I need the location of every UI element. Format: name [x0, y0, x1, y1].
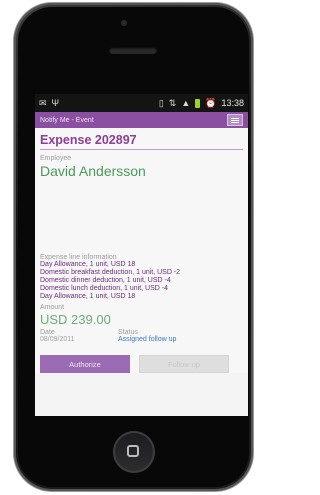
earpiece-speaker: [109, 47, 157, 54]
signal-icon: ▲: [181, 98, 191, 108]
usb-icon: Ψ: [51, 98, 60, 108]
alarm-icon: ⏰: [205, 97, 217, 108]
home-button[interactable]: [113, 431, 155, 473]
list-item: Day Allowance, 1 unit, USD 18: [40, 261, 136, 268]
amount-label: Amount: [40, 304, 65, 311]
status-value[interactable]: Assigned follow up: [118, 336, 176, 343]
app-title: Notify Me - Event: [40, 116, 94, 124]
authorize-button[interactable]: Authorize: [40, 355, 130, 373]
battery-icon: [195, 98, 201, 108]
date-label: Date: [40, 329, 55, 336]
app-bar: Notify Me - Event: [35, 112, 248, 128]
date-status-row: Date 08/09/2011 Status Assigned follow u…: [40, 329, 243, 343]
lines-label: Expense line information: [40, 254, 117, 261]
phone-screen: ✉ Ψ ▯ ⇅ ▲ ⏰ 13:38 Notify Me - Event Expe…: [35, 94, 248, 416]
follow-up-button[interactable]: Follow up: [139, 355, 229, 373]
list-item: Domestic breakfast deduction, 1 unit, US…: [40, 269, 181, 276]
employee-label: Employee: [40, 155, 72, 162]
date-value: 08/09/2011: [40, 336, 75, 343]
employee-name: David Andersson: [40, 163, 146, 179]
amount-value: USD 239.00: [40, 312, 111, 327]
status-time: 13:38: [221, 98, 244, 108]
status-bar: ✉ Ψ ▯ ⇅ ▲ ⏰ 13:38: [35, 94, 248, 112]
vibrate-icon: ▯: [158, 97, 164, 108]
home-icon: [127, 445, 139, 457]
status-label: Status: [118, 329, 138, 336]
list-item: Domestic lunch deduction, 1 unit, USD -4: [40, 285, 169, 292]
front-camera: [121, 20, 127, 26]
data-icon: ⇅: [168, 97, 177, 108]
expense-lines: Expense line information Day Allowance, …: [40, 254, 243, 301]
action-buttons: Authorize Follow up: [40, 355, 243, 373]
menu-icon[interactable]: [227, 114, 243, 126]
expense-detail: Expense 202897 Employee David Andersson …: [35, 128, 248, 373]
list-item: Day Allowance, 1 unit, USD 18: [40, 293, 136, 300]
list-item: Domestic dinner deduction, 1 unit, USD -…: [40, 277, 171, 284]
mail-icon: ✉: [39, 97, 47, 108]
expense-title: Expense 202897: [40, 131, 243, 150]
